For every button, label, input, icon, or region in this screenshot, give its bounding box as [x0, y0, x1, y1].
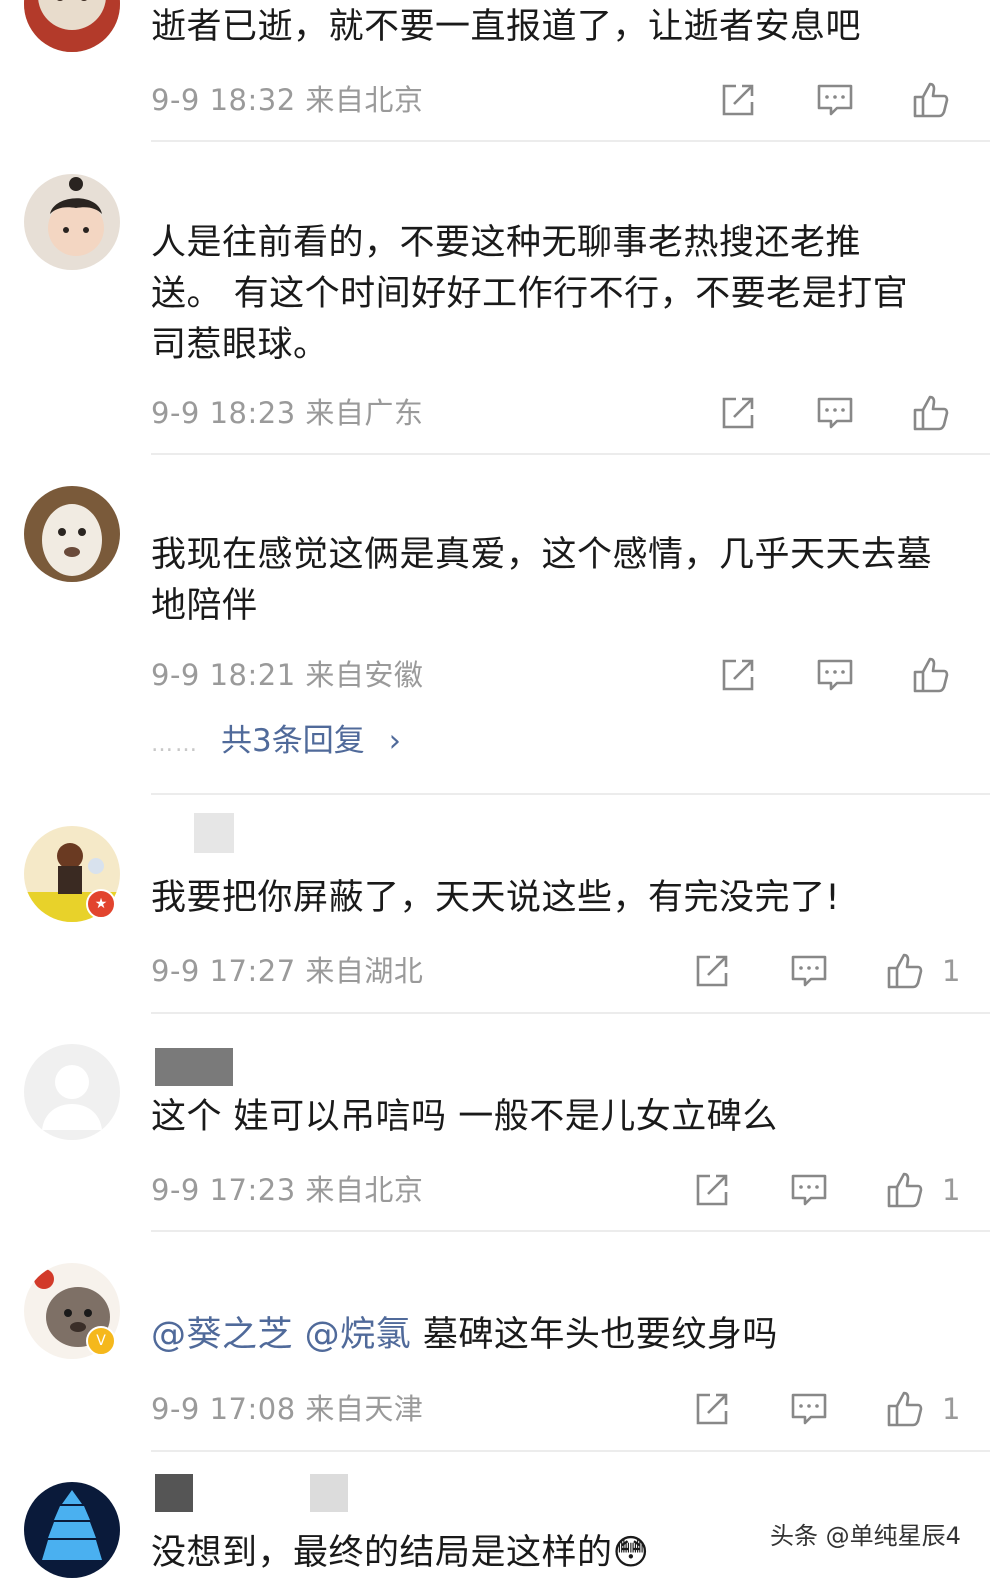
share-button[interactable] — [718, 80, 758, 120]
comment-text: 我现在感觉这俩是真爱，这个感情，几乎天天去墓地陪伴 — [151, 535, 933, 626]
blue-pagoda-avatar-icon — [24, 1482, 120, 1578]
replies-label: 共3条回复 — [221, 723, 365, 759]
divider — [151, 140, 990, 142]
verified-badge-icon: V — [86, 1326, 116, 1356]
username-redacted — [155, 1048, 233, 1086]
share-button[interactable] — [692, 1170, 732, 1210]
thumbs-up-icon — [913, 82, 949, 118]
divider — [151, 793, 990, 795]
divider — [151, 453, 990, 455]
avatar[interactable] — [24, 0, 120, 52]
like-count: 1 — [942, 1173, 961, 1207]
mention-link[interactable]: @葵之芝 — [151, 1315, 293, 1355]
comment-text: 我要把你屏蔽了，天天说这些，有完没完了! — [151, 878, 841, 918]
share-button[interactable] — [718, 393, 758, 433]
divider — [151, 1230, 990, 1232]
share-button[interactable] — [718, 655, 758, 695]
default-user-avatar-icon — [24, 1044, 120, 1140]
comment-text: @葵之芝 @烷氯 墓碑这年头也要纹身吗 — [151, 1310, 951, 1361]
comment-text: 这个 娃可以吊唁吗 一般不是儿女立碑么 — [151, 1097, 778, 1137]
comment-icon — [791, 1174, 827, 1206]
comment-meta: 9-9 17:08 来自天津 — [151, 1392, 424, 1426]
thumbs-up-icon — [887, 953, 923, 989]
comment-icon — [791, 955, 827, 987]
thumbs-up-icon — [913, 395, 949, 431]
divider — [151, 1012, 990, 1014]
like-button[interactable] — [885, 951, 925, 991]
thumbs-up-icon — [887, 1172, 923, 1208]
comment-text: 逝者已逝，就不要一直报道了，让逝者安息吧 — [151, 7, 862, 47]
like-button[interactable] — [911, 80, 951, 120]
comment-button[interactable] — [789, 1389, 829, 1429]
replies-dots: …… — [151, 732, 199, 757]
comment-icon — [817, 84, 853, 116]
share-icon — [696, 1393, 728, 1425]
avatar[interactable] — [24, 174, 120, 270]
comment-icon — [817, 397, 853, 429]
comment-meta: 9-9 18:23 来自广东 — [151, 396, 424, 430]
alpaca-avatar-icon — [24, 486, 120, 582]
comment-meta: 9-9 17:23 来自北京 — [151, 1173, 424, 1207]
comment-button[interactable] — [815, 655, 855, 695]
share-icon — [722, 397, 754, 429]
like-button[interactable] — [911, 655, 951, 695]
like-button[interactable] — [885, 1170, 925, 1210]
avatar[interactable] — [24, 1482, 120, 1578]
comment-meta: 9-9 17:27 来自湖北 — [151, 954, 424, 988]
comment-button[interactable] — [815, 393, 855, 433]
comment-meta: 9-9 18:21 来自安徽 — [151, 658, 424, 692]
like-button[interactable] — [911, 393, 951, 433]
username-redacted — [155, 1474, 193, 1512]
like-count: 1 — [942, 1392, 961, 1426]
share-button[interactable] — [692, 1389, 732, 1429]
baby-photo-avatar-icon — [24, 174, 120, 270]
plush-toy-avatar-icon — [24, 0, 120, 52]
comment-icon — [791, 1393, 827, 1425]
comment-button[interactable] — [789, 1170, 829, 1210]
like-button[interactable] — [885, 1389, 925, 1429]
verified-badge-icon: ★ — [86, 889, 116, 919]
comment-body: 墓碑这年头也要纹身吗 — [422, 1315, 778, 1355]
comment-button[interactable] — [815, 80, 855, 120]
divider — [151, 1450, 990, 1452]
chevron-right-icon: › — [388, 723, 401, 759]
avatar[interactable] — [24, 486, 120, 582]
comment-meta: 9-9 18:32 来自北京 — [151, 83, 424, 117]
thumbs-up-icon — [887, 1391, 923, 1427]
watermark: 头条 @单纯星辰4 — [770, 1522, 961, 1550]
username-redacted — [194, 813, 234, 853]
share-icon — [696, 1174, 728, 1206]
comment-text: 人是往前看的，不要这种无聊事老热搜还老推送。 有这个时间好好工作行不行，不要老是… — [151, 223, 909, 365]
share-icon — [722, 84, 754, 116]
comment-button[interactable] — [789, 951, 829, 991]
mention-link[interactable]: @烷氯 — [305, 1315, 412, 1355]
view-replies-link[interactable]: …… 共3条回复 › — [151, 721, 401, 765]
username-redacted — [310, 1474, 348, 1512]
thumbs-up-icon — [913, 657, 949, 693]
share-button[interactable] — [692, 951, 732, 991]
like-count: 1 — [942, 954, 961, 988]
share-icon — [696, 955, 728, 987]
comment-icon — [817, 659, 853, 691]
avatar[interactable] — [24, 1044, 120, 1140]
share-icon — [722, 659, 754, 691]
